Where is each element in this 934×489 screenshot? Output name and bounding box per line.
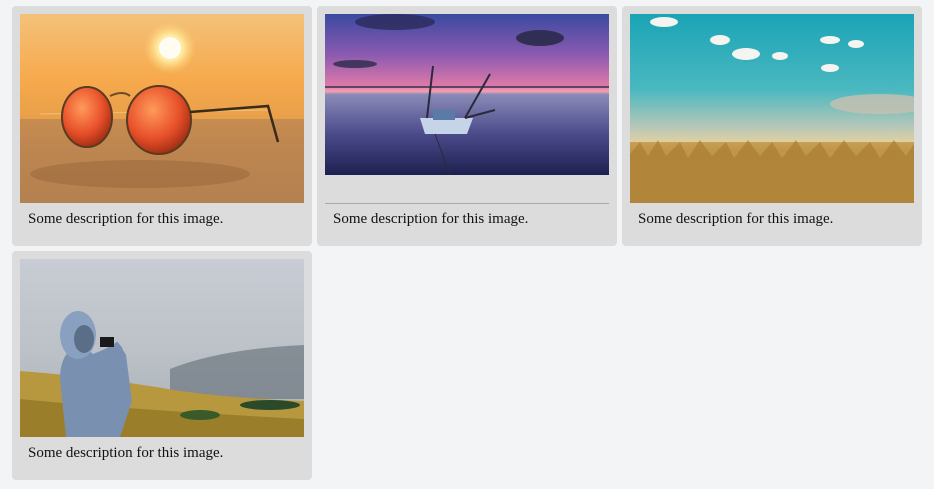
gallery-image-photographer[interactable] [20,259,304,437]
gallery-card: Some description for this image. [622,6,922,246]
grass-field-image [630,14,914,203]
gallery-image-grass-field[interactable] [630,14,914,203]
gallery-card: Some description for this image. [12,251,312,480]
gallery-card: Some description for this image. [12,6,312,246]
gallery-card: Some description for this image. [317,6,617,246]
image-description: Some description for this image. [638,211,834,227]
gallery-image-sunglasses[interactable] [20,14,304,203]
image-description: Some description for this image. [28,445,224,461]
image-description: Some description for this image. [333,211,529,227]
image-description: Some description for this image. [28,211,224,227]
sunglasses-image [20,14,304,203]
divider [325,203,609,204]
gallery-image-boat[interactable] [325,14,609,175]
boat-image [325,14,609,175]
photographer-image [20,259,304,437]
